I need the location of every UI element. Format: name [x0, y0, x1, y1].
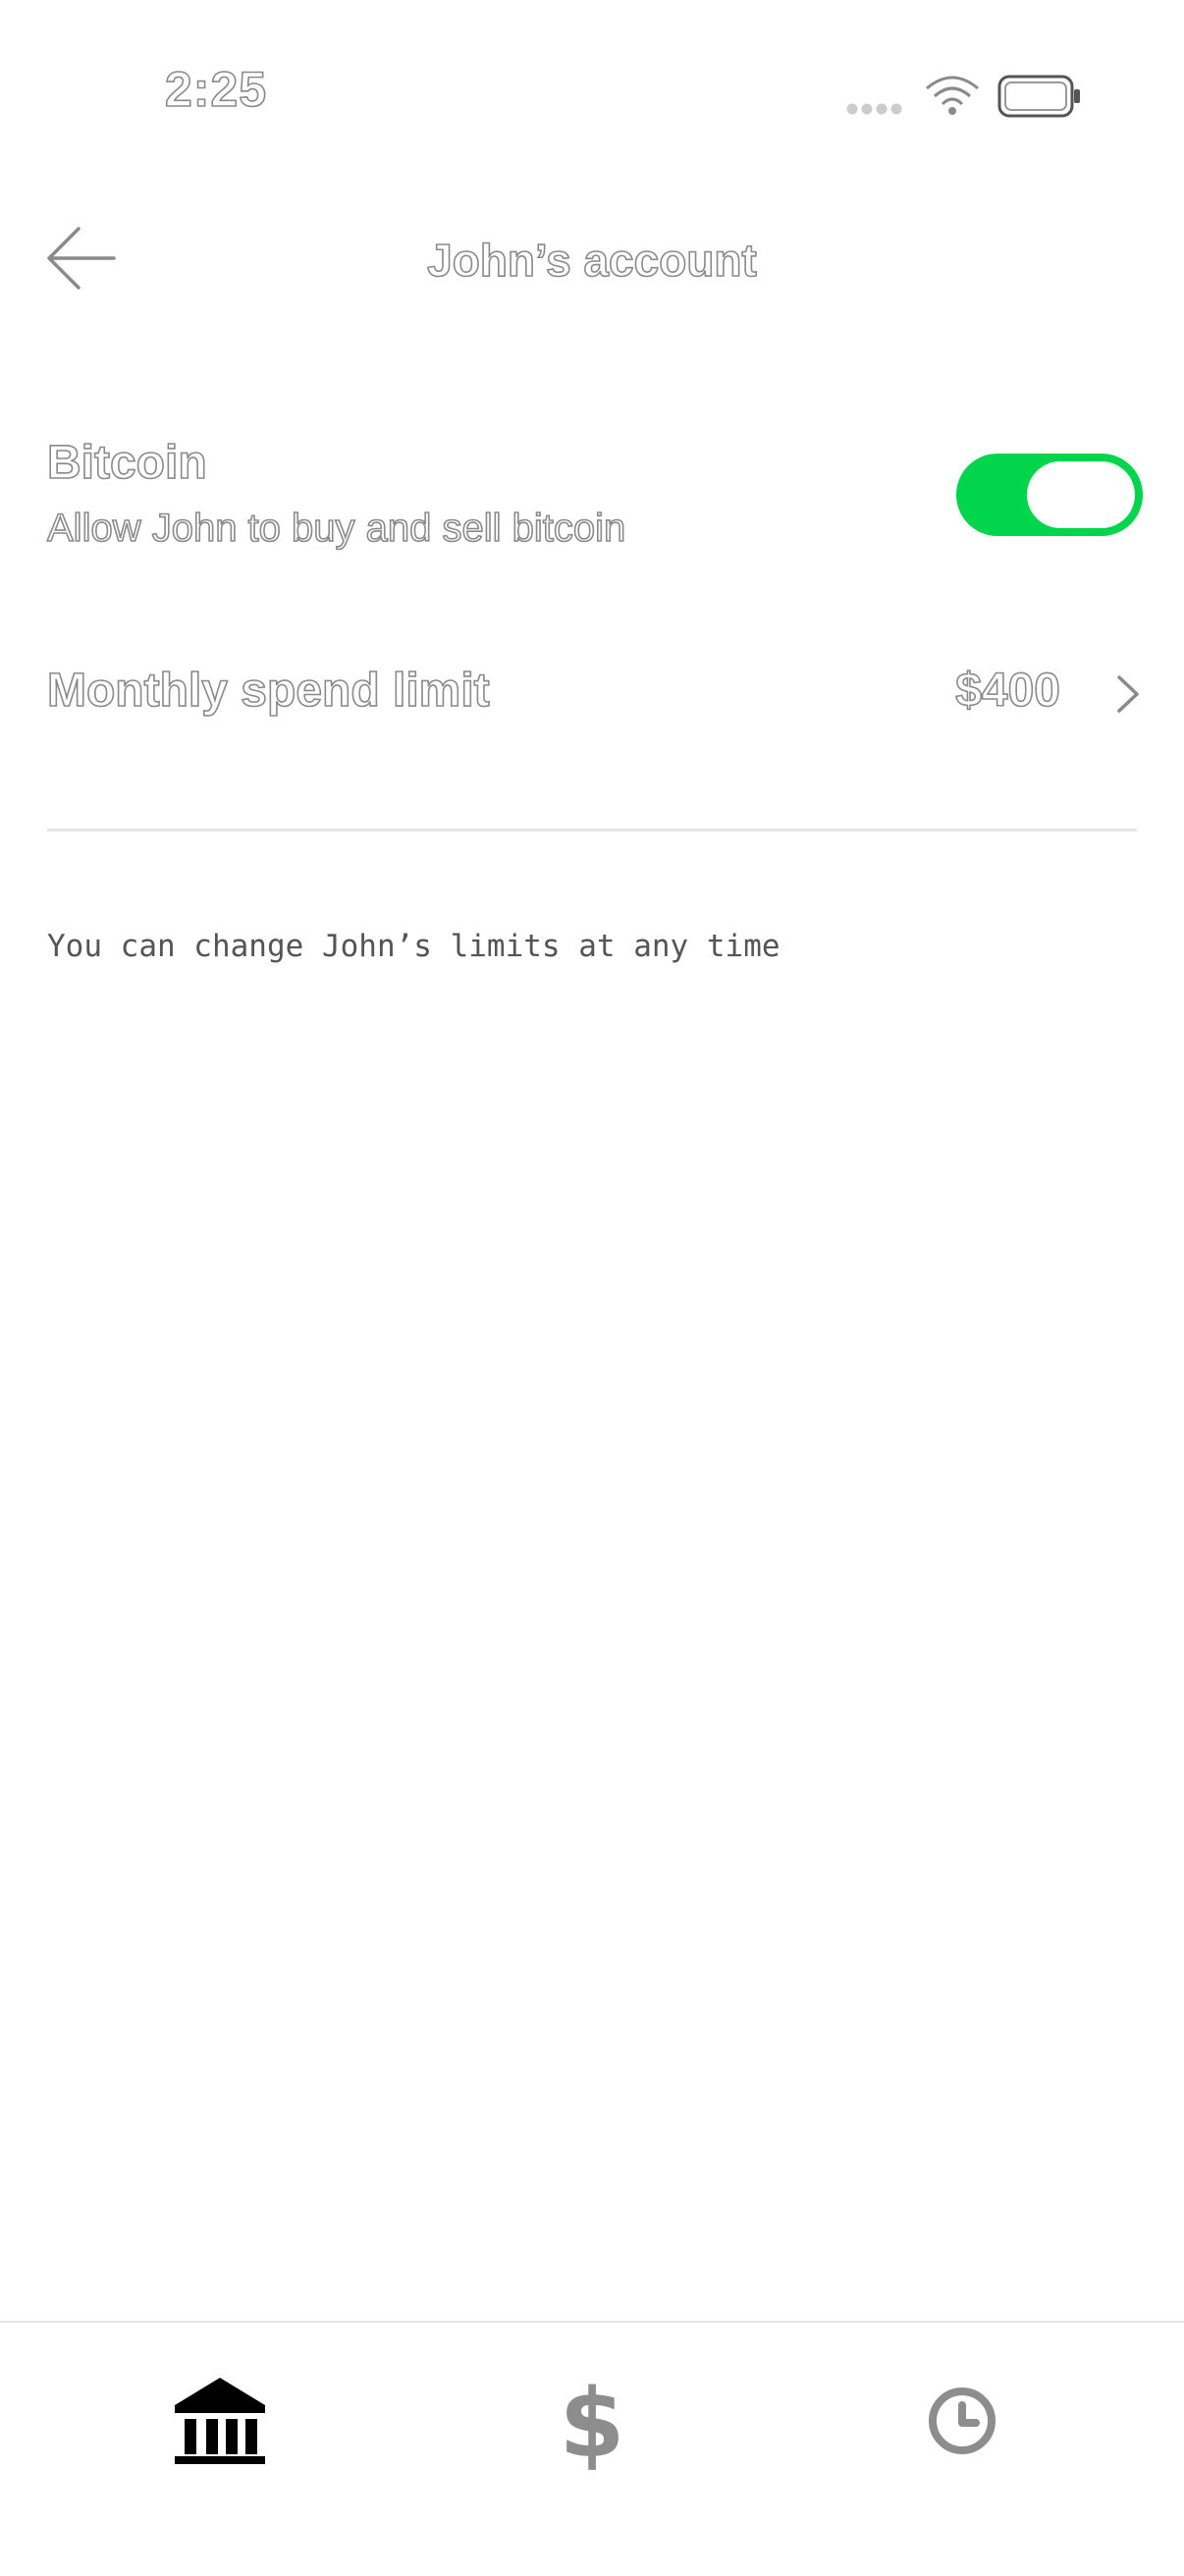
monthly-spend-limit-label: Monthly spend limit — [46, 664, 490, 718]
divider — [47, 829, 1137, 832]
bitcoin-setting-row: Bitcoin Allow John to buy and sell bitco… — [46, 432, 1143, 579]
toggle-knob — [1027, 461, 1135, 528]
dollar-icon: $ — [560, 2369, 625, 2479]
bank-icon — [175, 2378, 265, 2464]
svg-text:$: $ — [560, 2369, 625, 2479]
status-bar: 2:25 — [0, 0, 1184, 187]
signal-icon — [846, 103, 902, 115]
status-time: 2:25 — [164, 61, 268, 118]
tab-banking[interactable] — [161, 2362, 279, 2480]
clock-icon — [929, 2388, 996, 2454]
bitcoin-description: Allow John to buy and sell bitcoin — [46, 506, 626, 551]
tab-bar: $ — [0, 2321, 1184, 2576]
header: John’s account — [0, 196, 1184, 324]
tab-money[interactable]: $ — [533, 2362, 651, 2480]
battery-icon — [997, 75, 1080, 118]
tab-activity[interactable] — [903, 2362, 1021, 2480]
monthly-spend-limit-value: $400 — [954, 664, 1060, 718]
monthly-spend-limit-row[interactable]: Monthly spend limit $400 — [46, 638, 1143, 756]
bitcoin-toggle[interactable] — [956, 454, 1143, 536]
bitcoin-title: Bitcoin — [46, 436, 207, 490]
limits-footnote: You can change John’s limits at any time — [47, 929, 780, 964]
page-title: John’s account — [426, 234, 757, 287]
chevron-right-icon — [1117, 675, 1139, 713]
wifi-icon — [926, 76, 979, 115]
